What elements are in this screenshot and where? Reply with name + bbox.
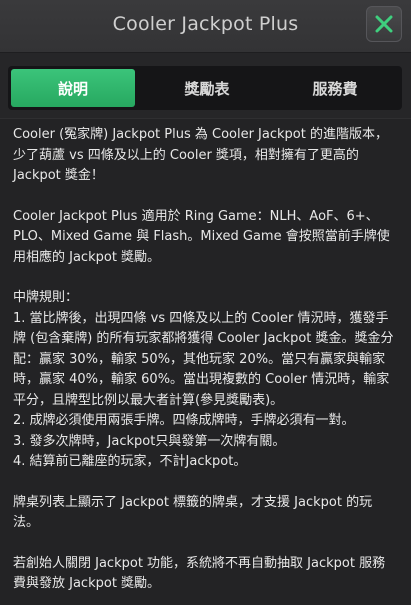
close-button[interactable]: [366, 6, 402, 42]
rule-item: 1. 當比牌後，出現四條 vs 四條及以上的 Cooler 情況時，獲發手牌 (…: [13, 310, 394, 408]
description-content: Cooler (冤家牌) Jackpot Plus 為 Cooler Jackp…: [0, 118, 411, 605]
table-label-note: 牌桌列表上顯示了 Jackpot 標籤的牌桌，才支援 Jackpot 的玩法。: [13, 494, 373, 531]
tab-service-fee[interactable]: 服務費: [271, 69, 399, 107]
dialog-title: Cooler Jackpot Plus: [112, 13, 299, 35]
rule-item: 2. 成牌必須使用兩張手牌。四條成牌時，手牌必須有一對。: [13, 413, 355, 428]
intro-paragraph: Cooler (冤家牌) Jackpot Plus 為 Cooler Jackp…: [13, 127, 388, 183]
winning-rules: 中牌規則： 1. 當比牌後，出現四條 vs 四條及以上的 Cooler 情況時，…: [13, 288, 398, 473]
tab-reward-table[interactable]: 獎勵表: [143, 69, 271, 107]
rules-title: 中牌規則：: [13, 290, 79, 305]
rule-item: 4. 結算前已離座的玩家，不計Jackpot。: [13, 454, 247, 469]
applicable-games-paragraph: Cooler Jackpot Plus 適用於 Ring Game：NLH、Ao…: [13, 208, 390, 265]
tab-bar: 說明 獎勵表 服務費: [8, 66, 402, 110]
rule-item: 3. 發多次牌時，Jackpot只與發第一次牌有關。: [13, 433, 286, 449]
dialog-header: Cooler Jackpot Plus: [0, 0, 411, 53]
close-x-icon: [375, 15, 393, 33]
jackpot-info-dialog: Cooler Jackpot Plus 說明 獎勵表 服務費 Cooler (冤…: [0, 0, 411, 605]
founder-note: 若創始人關閉 Jackpot 功能，系統將不再自動抽取 Jackpot 服務費與…: [13, 555, 386, 592]
tab-description[interactable]: 說明: [11, 69, 135, 107]
